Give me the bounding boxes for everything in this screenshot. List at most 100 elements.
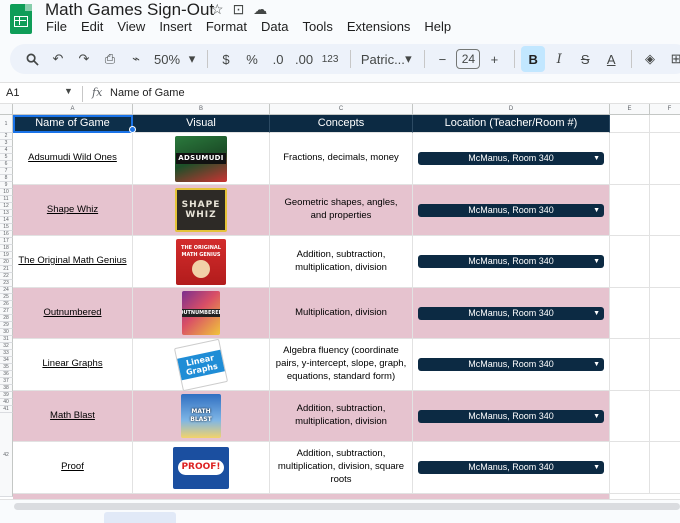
row-header[interactable]: 17 bbox=[0, 238, 13, 245]
row-header[interactable]: 15 bbox=[0, 224, 13, 231]
row-header[interactable]: 5 bbox=[0, 154, 13, 161]
game-visual-cell[interactable]: MATH BLAST bbox=[133, 391, 270, 442]
star-icon[interactable]: ☆ bbox=[211, 1, 224, 18]
header-name-of-game[interactable]: Name of Game bbox=[13, 115, 133, 133]
game-visual-cell[interactable]: SHAPE WHIZ bbox=[133, 185, 270, 236]
concepts-cell[interactable]: Multiplication, division bbox=[270, 288, 413, 339]
header-location[interactable]: Location (Teacher/Room #) bbox=[413, 115, 610, 133]
increase-font-size-icon[interactable]: + bbox=[482, 46, 506, 72]
decrease-font-size-icon[interactable]: − bbox=[430, 46, 454, 72]
empty-cell[interactable] bbox=[610, 391, 650, 442]
paint-format-icon[interactable]: ⌁ bbox=[124, 46, 148, 72]
menu-help[interactable]: Help bbox=[424, 19, 456, 34]
game-name-cell[interactable]: Shape Whiz bbox=[13, 185, 133, 236]
row-header[interactable]: 37 bbox=[0, 378, 13, 385]
selection-fill-handle[interactable] bbox=[129, 126, 136, 133]
concepts-cell[interactable]: Algebra fluency (coordinate pairs, y-int… bbox=[270, 339, 413, 391]
strikethrough-button[interactable]: S bbox=[573, 46, 597, 72]
row-header[interactable]: 23 bbox=[0, 280, 13, 287]
concepts-cell[interactable]: Addition, subtraction, multiplication, d… bbox=[270, 442, 413, 494]
header-concepts[interactable]: Concepts bbox=[270, 115, 413, 133]
decrease-decimal-button[interactable]: .0 bbox=[266, 46, 290, 72]
print-icon[interactable]: ⎙ bbox=[98, 46, 122, 72]
row-header[interactable]: 38 bbox=[0, 385, 13, 392]
menu-tools[interactable]: Tools bbox=[302, 19, 337, 34]
location-cell[interactable]: McManus, Room 340 ▼ bbox=[413, 185, 610, 236]
location-cell[interactable]: McManus, Room 340 ▼ bbox=[413, 133, 610, 185]
font-size-input[interactable]: 24 bbox=[456, 49, 481, 69]
row-header[interactable]: 40 bbox=[0, 399, 13, 406]
sheet-grid[interactable]: A B C D E F 1 2 3 4 5 6 7 8 9 10 11 12 1… bbox=[0, 104, 680, 499]
row-header[interactable]: 18 bbox=[0, 245, 13, 252]
empty-cell[interactable] bbox=[610, 133, 650, 185]
row-header[interactable]: 12 bbox=[0, 203, 13, 210]
game-name-cell[interactable]: Adsumudi Wild Ones bbox=[13, 133, 133, 185]
menu-format[interactable]: Format bbox=[206, 19, 252, 34]
borders-icon[interactable]: ⊞ bbox=[664, 46, 680, 72]
row-header[interactable]: 26 bbox=[0, 301, 13, 308]
location-cell[interactable]: McManus, Room 340 ▼ bbox=[413, 442, 610, 494]
sheet-tab[interactable] bbox=[104, 512, 176, 523]
font-select[interactable]: Patric... ▾ bbox=[357, 46, 416, 72]
row-header[interactable]: 19 bbox=[0, 252, 13, 259]
row-header[interactable]: 30 bbox=[0, 329, 13, 336]
row-header[interactable]: 8 bbox=[0, 175, 13, 182]
row-header[interactable]: 1 bbox=[0, 115, 13, 133]
location-dropdown-chip[interactable]: McManus, Room 340 ▼ bbox=[418, 255, 604, 268]
row-header[interactable]: 22 bbox=[0, 273, 13, 280]
menu-data[interactable]: Data bbox=[261, 19, 293, 34]
empty-cell[interactable] bbox=[650, 185, 680, 236]
row-header[interactable]: 24 bbox=[0, 287, 13, 294]
column-header-c[interactable]: C bbox=[270, 104, 413, 115]
empty-cell[interactable] bbox=[650, 442, 680, 494]
row-header[interactable]: 34 bbox=[0, 357, 13, 364]
move-folder-icon[interactable]: ⊡ bbox=[233, 1, 245, 18]
row-header[interactable]: 41 bbox=[0, 406, 13, 413]
row-header[interactable]: 4 bbox=[0, 147, 13, 154]
select-all-corner[interactable] bbox=[0, 104, 13, 115]
concepts-cell[interactable]: Geometric shapes, angles, and properties bbox=[270, 185, 413, 236]
row-header[interactable]: 39 bbox=[0, 392, 13, 399]
formula-input[interactable]: Name of Game bbox=[110, 87, 185, 99]
empty-cell[interactable] bbox=[650, 115, 680, 133]
menu-view[interactable]: View bbox=[117, 19, 150, 34]
column-header-a[interactable]: A bbox=[13, 104, 133, 115]
italic-button[interactable]: I bbox=[547, 46, 571, 72]
row-header[interactable]: 35 bbox=[0, 364, 13, 371]
bold-button[interactable]: B bbox=[521, 46, 546, 72]
column-header-e[interactable]: E bbox=[610, 104, 650, 115]
row-header[interactable]: 14 bbox=[0, 217, 13, 224]
row-header[interactable]: 21 bbox=[0, 266, 13, 273]
game-visual-cell[interactable]: THE ORIGINAL MATH GENIUS bbox=[133, 236, 270, 288]
empty-cell[interactable] bbox=[610, 442, 650, 494]
concepts-cell[interactable]: Addition, subtraction, multiplication, d… bbox=[270, 236, 413, 288]
game-name-cell[interactable]: Outnumbered bbox=[13, 288, 133, 339]
menu-insert[interactable]: Insert bbox=[159, 19, 197, 34]
increase-decimal-button[interactable]: .00 bbox=[292, 46, 316, 72]
empty-cell[interactable] bbox=[610, 339, 650, 391]
cloud-status-icon[interactable]: ☁ bbox=[253, 1, 267, 18]
row-header[interactable]: 28 bbox=[0, 315, 13, 322]
search-menus-icon[interactable] bbox=[20, 46, 44, 72]
row-header[interactable]: 42 bbox=[0, 413, 13, 497]
row-header[interactable]: 11 bbox=[0, 196, 13, 203]
game-name-cell[interactable]: The Original Math Genius bbox=[13, 236, 133, 288]
sheets-logo-icon[interactable] bbox=[10, 4, 32, 34]
row-header[interactable]: 9 bbox=[0, 182, 13, 189]
empty-cell[interactable] bbox=[650, 339, 680, 391]
empty-cell[interactable] bbox=[610, 115, 650, 133]
empty-cell[interactable] bbox=[650, 133, 680, 185]
column-header-b[interactable]: B bbox=[133, 104, 270, 115]
percent-format-button[interactable]: % bbox=[240, 46, 264, 72]
row-header[interactable]: 31 bbox=[0, 336, 13, 343]
row-header[interactable]: 33 bbox=[0, 350, 13, 357]
location-dropdown-chip[interactable]: McManus, Room 340 ▼ bbox=[418, 306, 604, 320]
location-dropdown-chip[interactable]: McManus, Room 340 ▼ bbox=[418, 358, 604, 371]
fill-color-icon[interactable]: ◈ bbox=[638, 46, 662, 72]
game-visual-cell[interactable]: Linear Graphs bbox=[133, 338, 270, 391]
game-name-cell[interactable]: Math Blast bbox=[13, 391, 133, 442]
menu-file[interactable]: File bbox=[46, 19, 72, 34]
row-header[interactable]: 25 bbox=[0, 294, 13, 301]
empty-cell[interactable] bbox=[650, 236, 680, 288]
location-dropdown-chip[interactable]: McManus, Room 340 ▼ bbox=[418, 203, 604, 217]
